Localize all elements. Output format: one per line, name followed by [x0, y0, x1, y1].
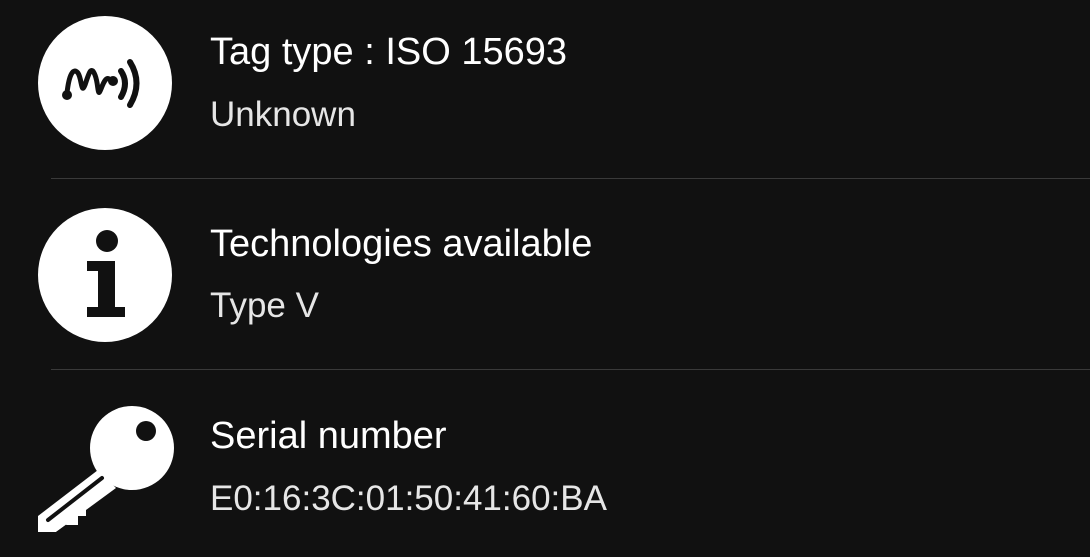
list-item-technologies[interactable]: Technologies available Type V — [0, 179, 1090, 357]
item-value: E0:16:3C:01:50:41:60:BA — [210, 479, 607, 518]
info-icon — [37, 207, 173, 343]
key-icon — [36, 398, 176, 534]
item-value: Type V — [210, 286, 319, 325]
item-title: Serial number — [210, 415, 447, 457]
list-item-serial-number[interactable]: Serial number E0:16:3C:01:50:41:60:BA — [0, 370, 1090, 557]
item-value: Unknown — [210, 95, 356, 134]
item-title: Tag type : ISO 15693 — [210, 31, 568, 73]
list-item-tag-type[interactable]: Tag type : ISO 15693 Unknown — [0, 0, 1090, 178]
nfc-tag-icon — [37, 15, 173, 151]
item-title: Technologies available — [210, 223, 593, 265]
tag-info-list: Tag type : ISO 15693 Unknown Technologie… — [0, 0, 1090, 557]
